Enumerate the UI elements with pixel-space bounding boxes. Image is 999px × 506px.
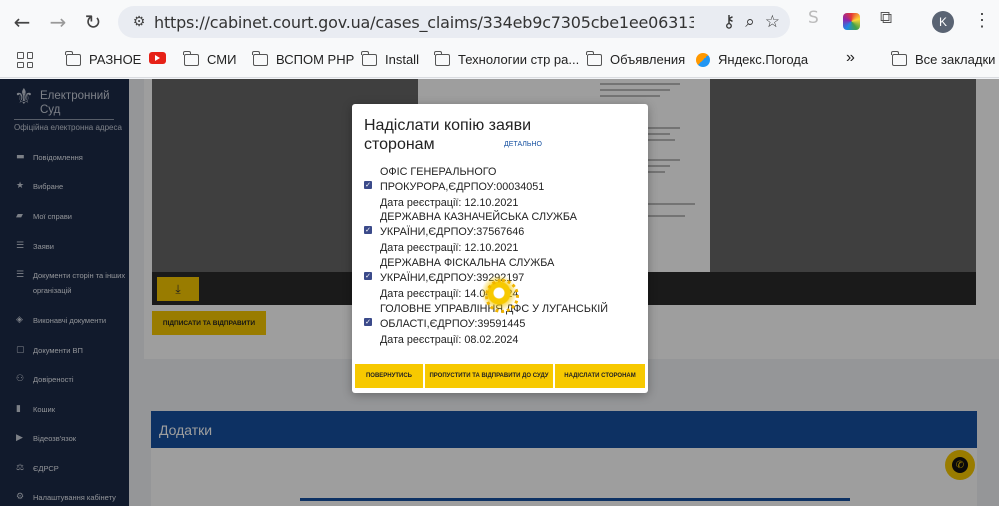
- skip-and-send-to-court-button[interactable]: ПРОПУСТИТИ ТА ВІДПРАВИТИ ДО СУДУ: [425, 364, 553, 388]
- bookmark-install[interactable]: Install: [361, 50, 419, 67]
- youtube-icon: [149, 52, 166, 64]
- folder-icon: [586, 50, 602, 66]
- party-name: ДЕРЖАВНА КАЗНАЧЕЙСЬКА СЛУЖБА УКРАЇНИ,ЄДР…: [380, 211, 577, 238]
- detail-link[interactable]: ДЕТАЛЬНО: [504, 141, 542, 148]
- folder-icon: [891, 50, 907, 66]
- extension-s-icon[interactable]: S: [808, 8, 819, 28]
- url-text[interactable]: https://cabinet.court.gov.ua/cases_claim…: [154, 13, 694, 32]
- bookmark-tech[interactable]: Технологии стр ра...: [434, 50, 580, 67]
- loading-spinner-icon: [481, 275, 519, 313]
- address-bar[interactable]: ⚙ https://cabinet.court.gov.ua/cases_cla…: [118, 6, 790, 38]
- back-arrow-icon[interactable]: ←: [7, 7, 37, 37]
- bookmark-weather[interactable]: Яндекс.Погода: [696, 52, 808, 67]
- party-checkbox[interactable]: ✓: [364, 226, 372, 234]
- folder-icon: [183, 50, 199, 66]
- zoom-icon[interactable]: ⌕: [745, 12, 755, 32]
- party-date: Дата реєстрації: 12.10.2021: [380, 197, 519, 209]
- bookmarks-bar: РАЗНОЕ СМИ ВСПОМ РНР Install Технологии …: [0, 44, 999, 78]
- party-date: Дата реєстрації: 12.10.2021: [380, 242, 519, 254]
- profile-avatar[interactable]: K: [932, 11, 954, 33]
- party-checkbox[interactable]: ✓: [364, 181, 372, 189]
- all-bookmarks-label: Все закладки: [915, 52, 996, 67]
- weather-icon: [696, 52, 710, 67]
- browser-menu-icon[interactable]: ⋮: [973, 10, 991, 31]
- bookmark-label: ВСПОМ РНР: [276, 52, 355, 67]
- puzzle-extensions-icon[interactable]: ⧉: [880, 8, 892, 28]
- modal-title: Надіслати копію заяви сторонам: [364, 117, 532, 153]
- all-bookmarks-button[interactable]: Все закладки: [891, 50, 996, 67]
- back-button[interactable]: ПОВЕРНУТИСЬ: [355, 364, 423, 388]
- bookmark-label: Технологии стр ра...: [458, 52, 580, 67]
- party-date: Дата реєстрації: 08.02.2024: [380, 334, 519, 346]
- more-bookmarks-button[interactable]: »: [846, 49, 855, 67]
- party-name: ОФІС ГЕНЕРАЛЬНОГО ПРОКУРОРА,ЄДРПОУ:00034…: [380, 166, 545, 193]
- party-checkbox[interactable]: ✓: [364, 272, 372, 280]
- party-checkbox[interactable]: ✓: [364, 318, 372, 326]
- bookmark-vspom[interactable]: ВСПОМ РНР: [252, 50, 355, 67]
- site-settings-icon[interactable]: ⚙: [124, 14, 154, 30]
- bookmark-star-icon[interactable]: ☆: [765, 12, 780, 32]
- bookmark-label: Объявления: [610, 52, 686, 67]
- bookmark-smi[interactable]: СМИ: [183, 50, 237, 67]
- bookmark-ads[interactable]: Объявления: [586, 50, 686, 67]
- bookmark-label: Install: [385, 52, 419, 67]
- send-to-parties-button[interactable]: НАДІСЛАТИ СТОРОНАМ: [555, 364, 645, 388]
- folder-icon: [361, 50, 377, 66]
- bookmark-label: СМИ: [207, 52, 237, 67]
- folder-icon: [65, 50, 81, 66]
- folder-icon: [434, 50, 450, 66]
- reload-icon[interactable]: ↻: [78, 7, 108, 37]
- bookmark-label: Яндекс.Погода: [718, 52, 809, 67]
- key-icon[interactable]: ⚷: [723, 12, 735, 32]
- browser-toolbar: ← → ↻ ⚙ https://cabinet.court.gov.ua/cas…: [0, 0, 999, 44]
- send-copy-modal: Надіслати копію заяви сторонам ДЕТАЛЬНО …: [352, 104, 648, 393]
- profile-initial: K: [938, 15, 947, 29]
- bookmark-youtube[interactable]: [149, 52, 174, 64]
- folder-icon: [252, 50, 268, 66]
- bookmark-razne[interactable]: РАЗНОЕ: [65, 50, 142, 67]
- color-extension-icon[interactable]: [843, 13, 860, 30]
- bookmark-label: РАЗНОЕ: [89, 52, 142, 67]
- forward-arrow-icon[interactable]: →: [43, 7, 73, 37]
- modal-actions: ПОВЕРНУТИСЬ ПРОПУСТИТИ ТА ВІДПРАВИТИ ДО …: [355, 364, 645, 388]
- more-bookmarks-label: »: [846, 49, 855, 66]
- apps-grid-icon[interactable]: [17, 52, 33, 68]
